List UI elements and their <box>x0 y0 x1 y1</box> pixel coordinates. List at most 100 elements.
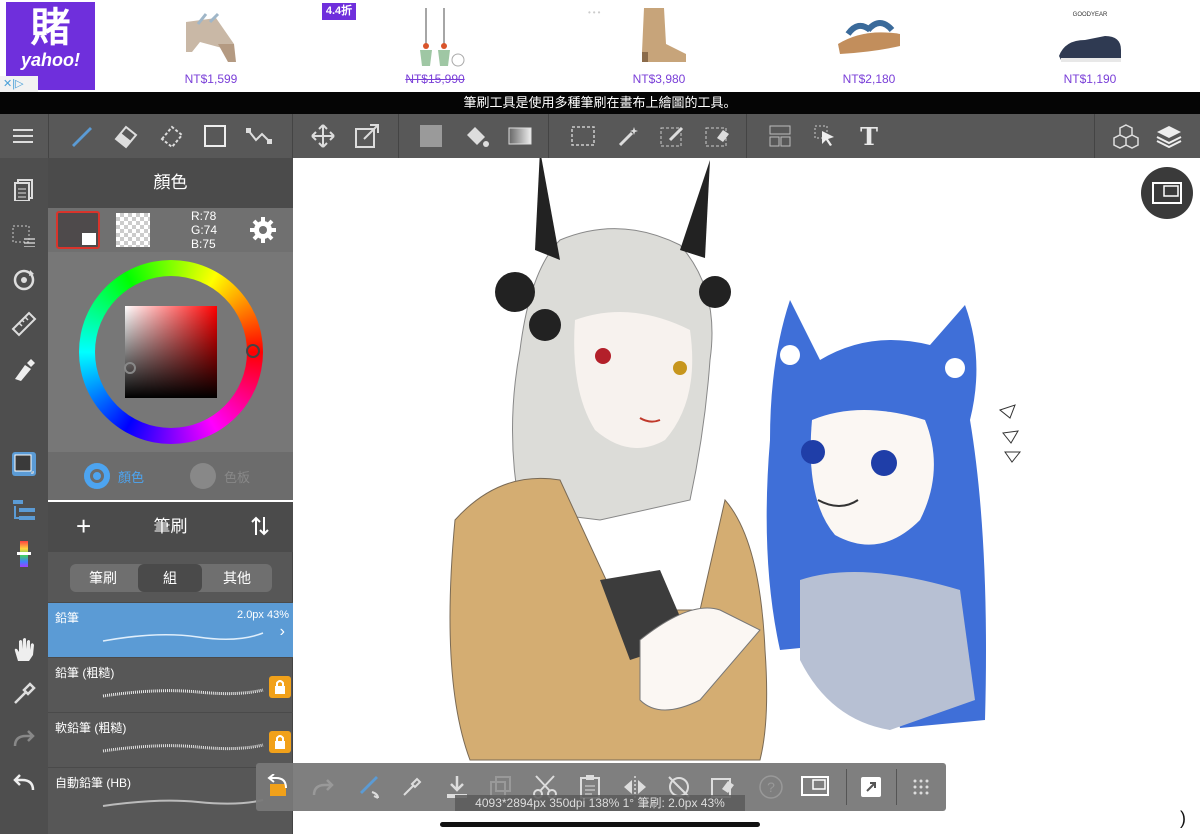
rgb-readout: R:78 G:74 B:75 <box>191 209 217 251</box>
brush-item-pencil[interactable]: 鉛筆 2.0px 43% › <box>48 602 293 657</box>
materials-button[interactable] <box>1105 114 1147 158</box>
ad-banner[interactable]: 賭 yahoo! ✕|▷ ••• NT$1,599 4.4折 NT$15,990 <box>0 0 1200 92</box>
color-panel-toggle[interactable] <box>0 442 48 486</box>
help-button[interactable]: ? <box>752 763 790 811</box>
selection-menu-button[interactable] <box>0 214 48 258</box>
select-eraser-button[interactable] <box>697 114 739 158</box>
quick-toolbar-separator <box>846 769 847 805</box>
ruler-button[interactable] <box>0 302 48 346</box>
gradient-tool-button[interactable] <box>499 114 541 158</box>
undo-button[interactable] <box>0 760 48 804</box>
rainbow-bar-icon <box>17 541 31 567</box>
segment-brush[interactable]: 筆刷 <box>70 564 136 592</box>
share-icon <box>861 777 881 797</box>
select-pen-button[interactable] <box>652 114 694 158</box>
layers-button[interactable] <box>1148 114 1190 158</box>
operation-tool-button[interactable] <box>804 114 846 158</box>
square-icon <box>204 125 226 147</box>
saturation-value-square[interactable] <box>125 306 217 398</box>
bucket-tool-button[interactable] <box>455 114 497 158</box>
brush-panel-toggle[interactable] <box>0 488 48 532</box>
brush-swap-icon <box>360 776 379 799</box>
rotate-canvas-button[interactable] <box>0 258 48 302</box>
chevron-right-icon[interactable]: › <box>280 623 285 641</box>
tab-color[interactable]: 顏色 <box>84 452 144 500</box>
hand-icon <box>14 638 34 661</box>
undo-icon <box>267 774 287 796</box>
corner-mark: ) <box>1180 808 1186 828</box>
hand-tool-button[interactable] <box>0 628 48 672</box>
frame-divider-button[interactable] <box>759 114 801 158</box>
sandal-image <box>186 12 236 62</box>
color-circle-icon <box>84 463 110 489</box>
quick-undo-button[interactable] <box>260 763 298 811</box>
tab-palette[interactable]: 色板 <box>190 452 250 500</box>
selection-eraser-button[interactable] <box>150 114 192 158</box>
segment-other[interactable]: 其他 <box>204 564 270 592</box>
brush-name: 自動鉛筆 (HB) <box>55 776 131 790</box>
magic-wand-button[interactable] <box>608 114 650 158</box>
eraser-icon <box>114 125 138 149</box>
toolbar-separator <box>548 114 549 158</box>
move-tool-button[interactable] <box>302 114 344 158</box>
left-tool-strip <box>0 158 48 834</box>
share-button[interactable] <box>852 763 890 811</box>
hue-cursor[interactable] <box>246 344 260 358</box>
eyedropper-button[interactable] <box>0 672 48 716</box>
main-color-swatch[interactable] <box>56 211 100 249</box>
layer-color-button[interactable] <box>0 532 48 576</box>
eyedropper-icon <box>403 777 422 796</box>
brush-item-pencil-rough[interactable]: 鉛筆 (粗糙) <box>48 657 293 712</box>
more-options-button[interactable] <box>902 763 940 811</box>
color-swatch-icon <box>12 452 36 476</box>
sort-icon[interactable] <box>250 515 270 537</box>
ad-close-button[interactable]: ✕|▷ <box>0 76 38 92</box>
edit-shape-button[interactable] <box>238 114 280 158</box>
brush-preview-stroke <box>102 632 264 642</box>
ad-product-price: NT$15,990 <box>405 72 465 86</box>
ruler-icon <box>11 311 37 337</box>
lock-icon <box>269 731 291 753</box>
select-tool-button[interactable] <box>562 114 604 158</box>
transparent-color-swatch[interactable] <box>116 213 150 247</box>
navigator-button[interactable] <box>1141 167 1193 219</box>
eraser-tool-button[interactable] <box>104 114 146 158</box>
selection-list-icon <box>12 225 35 247</box>
text-tool-button[interactable]: T <box>848 114 890 158</box>
eyedropper-icon <box>14 682 36 704</box>
shape-tool-button[interactable] <box>194 114 236 158</box>
ad-product-sandal-1[interactable]: NT$1,599 <box>146 2 276 88</box>
color-tabs: 顏色 色板 <box>48 452 293 500</box>
brush-tool-button[interactable] <box>60 114 102 158</box>
navigator-toggle-button[interactable] <box>796 763 834 811</box>
color-wheel-area <box>48 252 293 452</box>
pen-settings-button[interactable] <box>0 348 48 392</box>
ad-product-boots[interactable]: NT$3,980 <box>594 2 724 88</box>
transform-icon <box>355 124 379 148</box>
fill-color-button[interactable] <box>410 114 452 158</box>
toolbar-separator <box>1094 114 1095 158</box>
brush-category-segment: 筆刷 組 其他 <box>70 564 272 592</box>
ad-product-price: NT$1,599 <box>184 72 238 86</box>
quick-redo-button[interactable] <box>304 763 342 811</box>
segment-set[interactable]: 組 <box>138 564 202 592</box>
add-brush-button[interactable]: + <box>76 511 91 542</box>
brush-item-soft-pencil-rough[interactable]: 軟鉛筆 (粗糙) <box>48 712 293 767</box>
gear-icon[interactable] <box>248 215 278 245</box>
ad-product-earrings[interactable]: NT$15,990 <box>370 2 500 88</box>
ad-product-boat-shoe[interactable]: GOODYEAR NT$1,190 <box>1025 2 1155 88</box>
transform-tool-button[interactable] <box>346 114 388 158</box>
menu-button[interactable] <box>2 114 44 158</box>
ad-product-price: NT$1,190 <box>1063 72 1117 86</box>
redo-button[interactable] <box>0 716 48 760</box>
page-manager-button[interactable] <box>0 168 48 212</box>
ad-product-sandal-2[interactable]: NT$2,180 <box>804 2 934 88</box>
brush-name: 鉛筆 (粗糙) <box>55 666 115 680</box>
vector-icon <box>246 128 272 144</box>
brush-eraser-toggle[interactable] <box>350 763 388 811</box>
sv-cursor[interactable] <box>124 362 136 374</box>
grid-dots-icon <box>913 779 929 795</box>
drawing-canvas[interactable] <box>293 158 1200 834</box>
quick-eyedropper-button[interactable] <box>393 763 431 811</box>
marquee-icon <box>571 126 595 146</box>
